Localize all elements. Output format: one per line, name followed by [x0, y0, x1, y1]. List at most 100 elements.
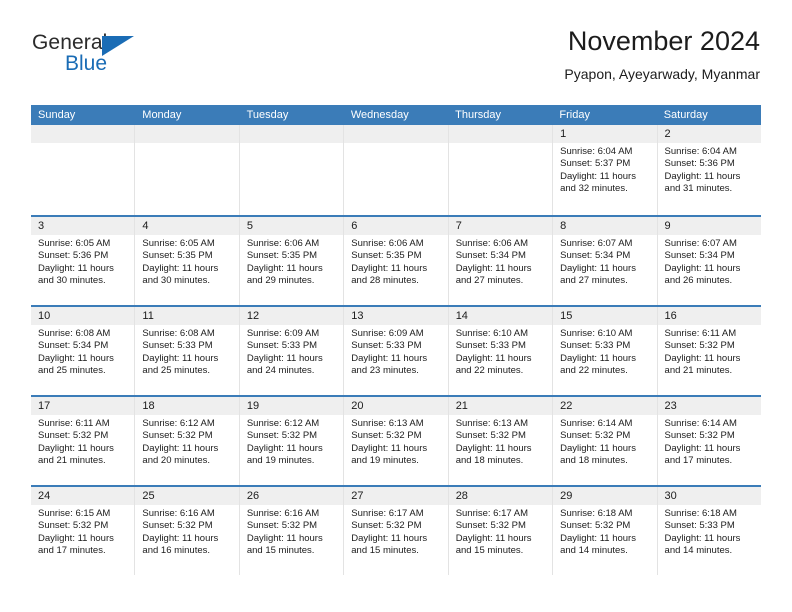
day-number: 15 [553, 307, 657, 325]
sun-info: Sunrise: 6:12 AM Sunset: 5:32 PM Daylight:… [135, 415, 238, 468]
day-number: 12 [239, 307, 344, 325]
sunrise-text: Sunrise: 6:18 AM [664, 508, 737, 519]
sun-info: Sunrise: 6:10 AM Sunset: 5:33 PM Daylight:… [449, 325, 552, 378]
calendar-day-cell[interactable]: 10 Sunrise: 6:08 AM Sunset: 5:34 PM Dayligh… [31, 307, 136, 395]
calendar-day-cell[interactable]: 13 Sunrise: 6:09 AM Sunset: 5:33 PM Dayligh… [344, 307, 449, 395]
calendar-day-cell[interactable]: 3 Sunrise: 6:05 AM Sunset: 5:36 PM Daylight… [31, 217, 136, 305]
calendar-day-cell[interactable]: 9 Sunrise: 6:07 AM Sunset: 5:34 PM Daylight… [657, 217, 761, 305]
day-number: 5 [239, 217, 344, 235]
calendar-day-cell[interactable]: 17 Sunrise: 6:11 AM Sunset: 5:32 PM Dayligh… [31, 397, 136, 485]
calendar-day-cell[interactable]: 27 Sunrise: 6:17 AM Sunset: 5:32 PM Dayligh… [344, 487, 449, 575]
weekday-header-sunday: Sunday [38, 109, 76, 121]
weekday-header-row: Sunday Monday Tuesday Wednesday Thursday Frid… [31, 105, 761, 125]
sunrise-text: Sunrise: 6:18 AM [560, 508, 633, 519]
sunset-text: Sunset: 5:32 PM [351, 430, 422, 442]
day-number: 18 [135, 397, 239, 415]
calendar-day-cell[interactable]: 15 Sunrise: 6:10 AM Sunset: 5:33 PM Dayligh… [553, 307, 658, 395]
calendar-day-cell[interactable]: 5 Sunrise: 6:06 AM Sunset: 5:35 PM Daylight… [239, 217, 345, 305]
calendar-week-row: 24 Sunrise: 6:15 AM Sunset: 5:32 PM Dayligh… [31, 485, 761, 575]
sunset-text: Sunset: 5:33 PM [560, 340, 631, 352]
calendar-day-cell-empty [448, 125, 554, 215]
weekday-header-thursday: Thursday [455, 109, 501, 121]
sunrise-text: Sunrise: 6:15 AM [38, 508, 111, 519]
calendar-day-cell[interactable]: 28 Sunrise: 6:17 AM Sunset: 5:32 PM Dayligh… [448, 487, 554, 575]
daylight-text: Daylight: 11 hours and 15 minutes. [351, 532, 428, 557]
day-number [31, 125, 135, 143]
calendar-day-cell[interactable]: 22 Sunrise: 6:14 AM Sunset: 5:32 PM Dayligh… [553, 397, 658, 485]
calendar-day-cell[interactable]: 23 Sunrise: 6:14 AM Sunset: 5:32 PM Dayligh… [657, 397, 761, 485]
daylight-text: Daylight: 11 hours and 21 minutes. [38, 442, 114, 467]
daylight-text: Daylight: 11 hours and 14 minutes. [664, 532, 741, 557]
sunrise-text: Sunrise: 6:12 AM [246, 418, 320, 429]
logo-text-general: General [32, 31, 108, 54]
day-number: 30 [657, 487, 761, 505]
sunrise-text: Sunrise: 6:16 AM [142, 508, 215, 519]
daylight-text: Daylight: 11 hours and 19 minutes. [351, 442, 428, 467]
sunset-text: Sunset: 5:32 PM [664, 340, 735, 352]
sunset-text: Sunset: 5:32 PM [246, 520, 318, 532]
sun-info: Sunrise: 6:08 AM Sunset: 5:34 PM Daylight:… [31, 325, 134, 378]
sunset-text: Sunset: 5:32 PM [351, 520, 422, 532]
sun-info: Sunrise: 6:07 AM Sunset: 5:34 PM Daylight:… [553, 235, 656, 288]
sunset-text: Sunset: 5:32 PM [142, 520, 213, 532]
sunrise-text: Sunrise: 6:07 AM [664, 238, 737, 249]
calendar-day-cell[interactable]: 8 Sunrise: 6:07 AM Sunset: 5:34 PM Daylight… [553, 217, 658, 305]
sun-info: Sunrise: 6:16 AM Sunset: 5:32 PM Daylight:… [240, 505, 343, 558]
sun-info: Sunrise: 6:05 AM Sunset: 5:35 PM Daylight:… [135, 235, 238, 288]
day-number: 8 [553, 217, 657, 235]
day-number: 6 [344, 217, 448, 235]
day-number: 14 [448, 307, 553, 325]
calendar-day-cell[interactable]: 11 Sunrise: 6:08 AM Sunset: 5:33 PM Dayligh… [135, 307, 240, 395]
sunrise-text: Sunrise: 6:06 AM [351, 238, 424, 249]
calendar-day-cell[interactable]: 14 Sunrise: 6:10 AM Sunset: 5:33 PM Dayligh… [448, 307, 554, 395]
sunset-text: Sunset: 5:35 PM [246, 250, 318, 262]
weekday-header-saturday: Saturday [663, 109, 708, 121]
sunset-text: Sunset: 5:32 PM [142, 430, 213, 442]
sunrise-text: Sunrise: 6:13 AM [351, 418, 424, 429]
daylight-text: Daylight: 11 hours and 20 minutes. [142, 442, 219, 467]
sunset-text: Sunset: 5:33 PM [455, 340, 526, 352]
sunset-text: Sunset: 5:35 PM [351, 250, 422, 262]
day-number: 4 [135, 217, 239, 235]
daylight-text: Daylight: 11 hours and 16 minutes. [142, 532, 219, 557]
daylight-text: Daylight: 11 hours and 17 minutes. [38, 532, 114, 557]
sunset-text: Sunset: 5:37 PM [560, 158, 631, 170]
calendar-week-row: 1 Sunrise: 6:04 AM Sunset: 5:37 PM Daylight… [31, 125, 761, 215]
daylight-text: Daylight: 11 hours and 18 minutes. [455, 442, 532, 467]
sunset-text: Sunset: 5:32 PM [560, 430, 631, 442]
calendar-day-cell[interactable]: 18 Sunrise: 6:12 AM Sunset: 5:32 PM Dayligh… [135, 397, 240, 485]
sunrise-text: Sunrise: 6:17 AM [351, 508, 424, 519]
sunrise-text: Sunrise: 6:04 AM [560, 146, 633, 157]
calendar-day-cell[interactable]: 26 Sunrise: 6:16 AM Sunset: 5:32 PM Dayligh… [239, 487, 345, 575]
calendar-day-cell[interactable]: 19 Sunrise: 6:12 AM Sunset: 5:32 PM Dayligh… [239, 397, 345, 485]
calendar-day-cell[interactable]: 24 Sunrise: 6:15 AM Sunset: 5:32 PM Dayligh… [31, 487, 136, 575]
sun-info: Sunrise: 6:12 AM Sunset: 5:32 PM Daylight:… [240, 415, 343, 468]
sunrise-text: Sunrise: 6:16 AM [246, 508, 320, 519]
sun-info: Sunrise: 6:18 AM Sunset: 5:33 PM Daylight:… [658, 505, 761, 558]
calendar-day-cell[interactable]: 16 Sunrise: 6:11 AM Sunset: 5:32 PM Dayligh… [657, 307, 761, 395]
calendar-day-cell[interactable]: 6 Sunrise: 6:06 AM Sunset: 5:35 PM Daylight… [344, 217, 449, 305]
calendar-day-cell[interactable]: 4 Sunrise: 6:05 AM Sunset: 5:35 PM Daylight… [135, 217, 240, 305]
calendar-day-cell[interactable]: 2 Sunrise: 6:04 AM Sunset: 5:36 PM Daylight… [657, 125, 761, 215]
daylight-text: Daylight: 11 hours and 22 minutes. [560, 352, 636, 377]
daylight-text: Daylight: 11 hours and 30 minutes. [142, 262, 219, 287]
calendar-day-cell[interactable]: 7 Sunrise: 6:06 AM Sunset: 5:34 PM Daylight… [448, 217, 554, 305]
calendar-day-cell[interactable]: 25 Sunrise: 6:16 AM Sunset: 5:32 PM Dayligh… [135, 487, 240, 575]
calendar-day-cell[interactable]: 20 Sunrise: 6:13 AM Sunset: 5:32 PM Dayligh… [344, 397, 449, 485]
day-number: 28 [448, 487, 553, 505]
sun-info: Sunrise: 6:04 AM Sunset: 5:36 PM Daylight:… [658, 143, 761, 196]
calendar-day-cell[interactable]: 30 Sunrise: 6:18 AM Sunset: 5:33 PM Dayligh… [657, 487, 761, 575]
sun-info: Sunrise: 6:09 AM Sunset: 5:33 PM Daylight:… [240, 325, 343, 378]
calendar-day-cell-empty [31, 125, 136, 215]
calendar-day-cell[interactable]: 21 Sunrise: 6:13 AM Sunset: 5:32 PM Dayligh… [448, 397, 554, 485]
sunset-text: Sunset: 5:32 PM [38, 430, 109, 442]
day-number: 27 [344, 487, 448, 505]
calendar-day-cell[interactable]: 1 Sunrise: 6:04 AM Sunset: 5:37 PM Daylight… [553, 125, 658, 215]
sun-info: Sunrise: 6:14 AM Sunset: 5:32 PM Daylight:… [553, 415, 656, 468]
day-number: 7 [448, 217, 553, 235]
sun-info: Sunrise: 6:06 AM Sunset: 5:35 PM Daylight:… [240, 235, 343, 288]
general-blue-logo[interactable]: General Blue [32, 32, 232, 75]
calendar-day-cell[interactable]: 29 Sunrise: 6:18 AM Sunset: 5:32 PM Dayligh… [553, 487, 658, 575]
daylight-text: Daylight: 11 hours and 15 minutes. [455, 532, 532, 557]
calendar-day-cell[interactable]: 12 Sunrise: 6:09 AM Sunset: 5:33 PM Dayligh… [239, 307, 345, 395]
